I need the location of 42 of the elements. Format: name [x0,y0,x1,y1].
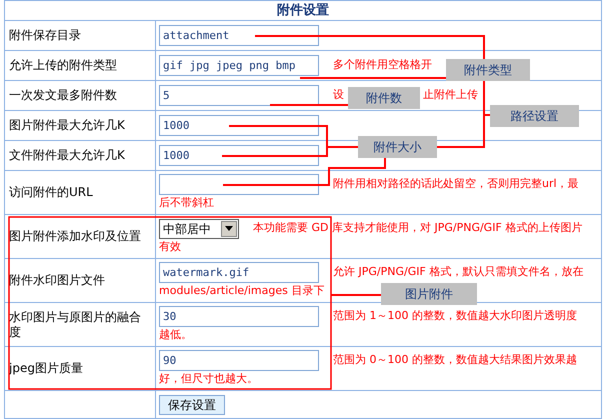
hint-text: 止附件上传 [423,87,478,104]
field-label: jpeg图片质量 [9,361,83,376]
field-label: 附件水印图片文件 [9,273,105,288]
field-label: 访问附件的URL [9,185,93,200]
callout-label: 附件数 [348,87,420,109]
hint-text: 范围为 0～100 的整数，数值越大结果图片效果越 [333,352,577,368]
callout-label: 附件类型 [446,59,530,81]
leader-line [331,294,381,296]
callout-label: 附件大小 [358,136,437,158]
input-field[interactable]: 5 [159,85,319,106]
field-label: 允许上传的附件类型 [9,58,117,73]
hint-text: 有效 [159,239,181,256]
hint-text: modules/article/images 目录下 [159,283,324,300]
table-header: 附件设置 [5,1,601,21]
save-button[interactable]: 保存设置 [159,394,225,414]
input-field[interactable]: 30 [159,306,319,327]
hint-text: 本功能需要 GD 库支持才能使用，对 JPG/PNG/GIF 格式的上传图片 [253,220,582,236]
callout-label: 路径设置 [490,105,579,127]
hint-text: 多个附件用空格格开 [333,57,432,74]
field-label: 附件保存目录 [9,28,81,43]
field-label: 图片附件添加水印及位置 [9,229,141,244]
caret-icon [221,220,237,236]
input-field[interactable]: 1000 [159,115,319,136]
hint-text: 设 [333,87,344,104]
field-label: 图片附件最大允许几K [9,118,125,133]
input-field[interactable] [159,174,319,195]
hint-text: 后不带斜杠 [159,195,214,212]
input-field[interactable]: gif jpg jpeg png bmp [159,55,319,76]
input-field[interactable]: 1000 [159,145,319,166]
input-field[interactable]: attachment [159,25,319,46]
hint-text: 越低。 [159,327,192,344]
field-label: 水印图片与原图片的融合度 [9,310,142,340]
hint-text: 好，但尺寸也越大。 [159,371,258,388]
field-label: 文件附件最大允许几K [9,148,125,163]
input-field[interactable]: 90 [159,350,319,371]
hint-text: 允许 JPG/PNG/GIF 格式，默认只需填文件名，放在 [333,264,584,280]
callout-label: 图片附件 [381,283,477,305]
field-label: 一次发文最多附件数 [9,88,117,103]
hint-text: 附件用相对路径的话此处留空，否则用完整url，最 [333,176,579,192]
input-field[interactable]: watermark.gif [159,262,319,283]
hint-text: 范围为 1～100 的整数，数值越大水印图片透明度 [333,308,577,324]
dropdown[interactable]: 中部居中 [159,218,239,238]
